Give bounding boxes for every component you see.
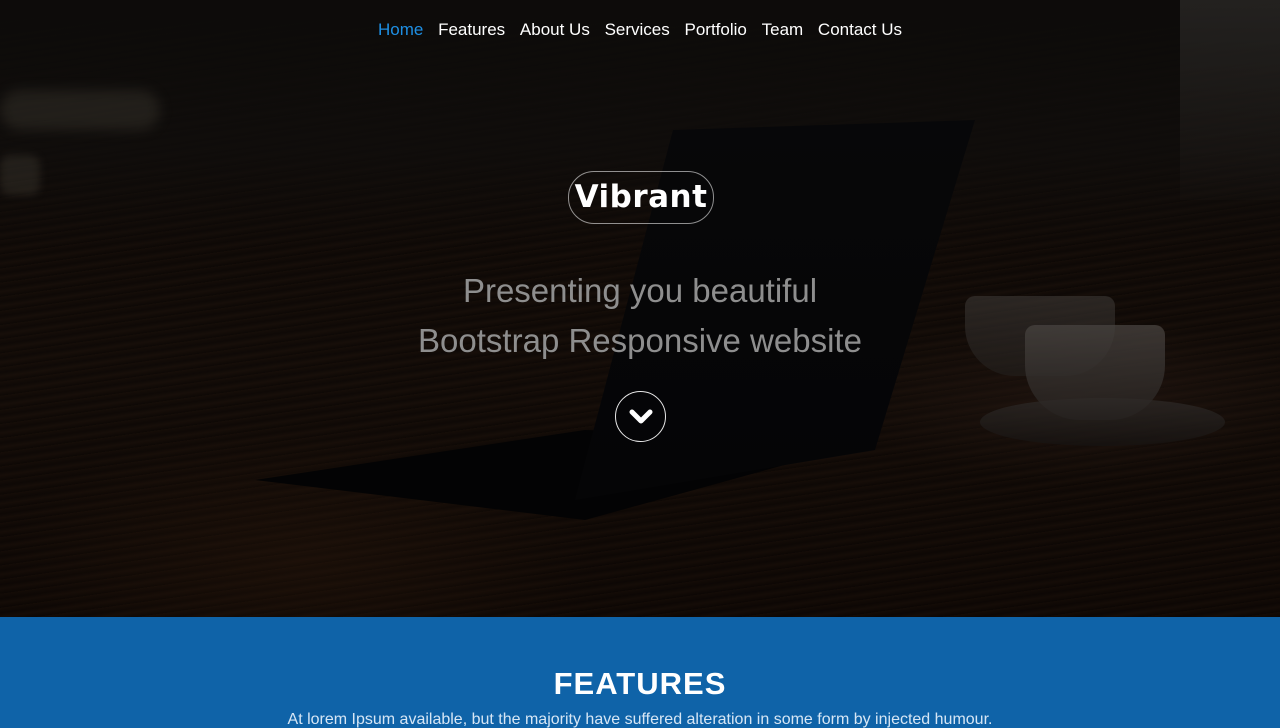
- nav-item-features[interactable]: Features: [438, 19, 505, 41]
- brand-logo[interactable]: Vibrant: [568, 171, 714, 224]
- scroll-down-button[interactable]: [615, 391, 666, 442]
- nav-item-about-us[interactable]: About Us: [520, 19, 590, 41]
- hero-tagline: Presenting you beautiful Bootstrap Respo…: [0, 266, 1280, 366]
- nav-item-services[interactable]: Services: [605, 19, 670, 41]
- features-section: FEATURES At lorem Ipsum available, but t…: [0, 617, 1280, 728]
- features-title: FEATURES: [553, 666, 727, 701]
- nav-item-team[interactable]: Team: [762, 19, 804, 41]
- nav-item-home[interactable]: Home: [378, 19, 423, 41]
- main-nav: Home Features About Us Services Portfoli…: [0, 19, 1280, 41]
- nav-item-contact-us[interactable]: Contact Us: [818, 19, 902, 41]
- features-description: At lorem Ipsum available, but the majori…: [287, 711, 993, 728]
- chevron-down-icon: [629, 409, 652, 423]
- nav-item-portfolio[interactable]: Portfolio: [685, 19, 747, 41]
- hero-tagline-line: Bootstrap Responsive website: [418, 322, 862, 359]
- hero-tagline-line: Presenting you beautiful: [462, 272, 818, 309]
